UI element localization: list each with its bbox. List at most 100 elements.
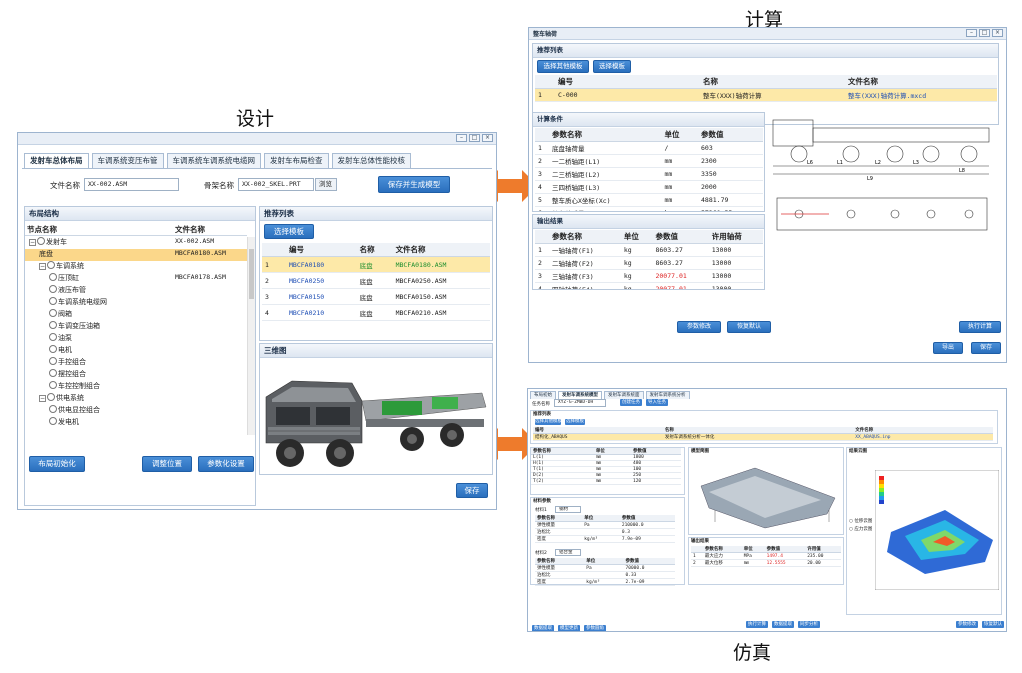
- table-row[interactable]: 弹性模量 Pa 210000.0: [535, 521, 675, 529]
- tree-node[interactable]: 车调变压油箱: [25, 321, 247, 333]
- table-row[interactable]: 4 四轴轴荷(F4) kg 20077.01 13000: [535, 282, 763, 289]
- close-icon[interactable]: ×: [992, 29, 1003, 37]
- choose-template-button[interactable]: 选择模板: [593, 60, 631, 73]
- table-row[interactable]: 5 整车质心X坐标(Xc) mm 4881.79: [535, 193, 763, 207]
- table-row[interactable]: 4 三四桥轴距(L3) mm 2000: [535, 180, 763, 194]
- minimize-icon[interactable]: –: [966, 29, 977, 37]
- param-edit-button[interactable]: 参数修改: [677, 321, 721, 333]
- table-row[interactable]: 3 三轴轴荷(F3) kg 20077.01 13000: [535, 269, 763, 283]
- sim-restore-button[interactable]: 恢复默认: [982, 621, 1004, 628]
- tree-node[interactable]: 液压布管: [25, 285, 247, 297]
- table-row[interactable]: T(2) mm 120: [531, 478, 681, 485]
- tree-node[interactable]: 发电机: [25, 417, 247, 429]
- skeleton-field[interactable]: XX-002_SKEL.PRT: [238, 178, 314, 191]
- tab-surface[interactable]: 发射车调系统面: [604, 391, 644, 399]
- browse-button[interactable]: 浏览: [315, 178, 337, 191]
- table-row[interactable]: 弹性模量 Pa 70000.0: [535, 564, 675, 572]
- sim-param-edit-button[interactable]: 参数修改: [956, 621, 978, 628]
- sim-exec-button[interactable]: 执行计算: [746, 621, 768, 628]
- choose-template-button[interactable]: 选择模板: [565, 419, 585, 425]
- table-row[interactable]: 4 MBCFA0210 底盘 MBCFA0210.ASM: [262, 304, 490, 321]
- row-file-link[interactable]: 整车(XXX)轴荷计算.mxcd: [845, 88, 997, 102]
- collapse-icon[interactable]: −: [39, 395, 46, 402]
- collapse-icon[interactable]: −: [29, 239, 36, 246]
- tree-node[interactable]: 车控控制组合: [25, 381, 247, 393]
- table-row[interactable]: 结构化_ABAQUS 发射车调系统分析一体化 XX_ABAQUS.inp: [533, 433, 993, 441]
- row-code-link[interactable]: MBCFA0150: [286, 288, 357, 305]
- row-file-link[interactable]: XX_ABAQUS.inp: [853, 433, 993, 441]
- param-setting-button[interactable]: 参数化设置: [198, 456, 254, 472]
- sync-analysis-button[interactable]: 同步分析: [798, 621, 820, 628]
- task-field[interactable]: XYZ-G-ZMBD-DH: [554, 399, 606, 407]
- col-code[interactable]: 编号: [286, 243, 357, 257]
- tree-node[interactable]: 摆控组合: [25, 369, 247, 381]
- tab-model[interactable]: 发射车调系统模型: [558, 391, 602, 399]
- minimize-icon[interactable]: –: [456, 134, 467, 142]
- table-row[interactable]: 泊松比 0.3: [535, 528, 675, 536]
- radio-stress[interactable]: ○ 应力云图: [849, 526, 872, 532]
- col-code[interactable]: 编号: [555, 75, 700, 89]
- col-name[interactable]: 名称: [356, 243, 393, 257]
- table-row[interactable]: 1 MBCFA0180 底盘 MBCFA0180.ASM: [262, 256, 490, 273]
- row-code-link[interactable]: MBCFA0250: [286, 272, 357, 289]
- table-row[interactable]: 1 底盘轴荷量/603: [535, 141, 763, 155]
- tree-node[interactable]: 手控组合: [25, 357, 247, 369]
- choose-other-template-button[interactable]: 选择其他模板: [537, 60, 589, 73]
- close-icon[interactable]: ×: [482, 134, 493, 142]
- import-task-button[interactable]: 导入任务: [646, 399, 668, 406]
- tree-node[interactable]: 底盘 MBCFA0180.ASM: [25, 249, 247, 261]
- tab-pipe[interactable]: 车调系统变压布管: [91, 153, 164, 168]
- design-save-button[interactable]: 保存: [456, 483, 488, 498]
- execute-calc-button[interactable]: 执行计算: [959, 321, 1001, 333]
- table-row[interactable]: 6整车总质量(M)kg57360.55: [535, 206, 763, 211]
- tab-layout[interactable]: 发射车总体布局: [24, 153, 89, 168]
- save-generate-button[interactable]: 保存并生成模型: [378, 176, 450, 193]
- tree-node[interactable]: − 车调系统: [25, 261, 247, 273]
- truck-3d-model[interactable]: [262, 361, 490, 473]
- tab-cable[interactable]: 车调系统车调系统电缆网: [166, 153, 261, 168]
- table-row[interactable]: 1 一轴轴荷(F1) kg 8603.27 13000: [535, 243, 763, 257]
- col-file[interactable]: 文件名称: [845, 75, 997, 89]
- material1-select[interactable]: 钢材: [555, 506, 581, 513]
- adjust-position-button[interactable]: 调整位置: [142, 456, 192, 472]
- data-extract-button[interactable]: 数据提取: [532, 625, 554, 631]
- calc-save-button[interactable]: 保存: [971, 342, 1001, 354]
- table-row[interactable]: 2 二轴轴荷(F2) kg 8603.27 13000: [535, 256, 763, 270]
- col-name[interactable]: 名称: [700, 75, 845, 89]
- tree-node[interactable]: − 发射车 XX-002.ASM: [25, 237, 247, 249]
- export-button[interactable]: 导出: [933, 342, 963, 354]
- tree-node[interactable]: 供电显控组合: [25, 405, 247, 417]
- tab-analysis[interactable]: 发射车调系统分析: [645, 391, 690, 399]
- tree-node[interactable]: 压顶缸 MBCFA0178.ASM: [25, 273, 247, 285]
- maximize-icon[interactable]: □: [979, 29, 990, 37]
- radio-displacement[interactable]: ○ 位移云图: [849, 518, 872, 524]
- table-row[interactable]: 1 最大应力 MPa 1497.4 235.00: [691, 552, 841, 560]
- choose-other-template-button[interactable]: 选择其他模板: [535, 419, 562, 425]
- table-row[interactable]: 密度 kg/m³ 2.7e-09: [535, 578, 675, 586]
- table-row[interactable]: 2 MBCFA0250 底盘 MBCFA0250.ASM: [262, 272, 490, 289]
- tree-node[interactable]: 油泵: [25, 333, 247, 345]
- model-update-button[interactable]: 模型更新: [558, 625, 580, 631]
- tab-perf[interactable]: 发射车总体性能校核: [331, 153, 411, 168]
- table-row[interactable]: 密度 kg/m³ 7.9e-09: [535, 535, 675, 543]
- layout-init-button[interactable]: 布局初始化: [29, 456, 85, 472]
- row-code-link[interactable]: MBCFA0180: [286, 256, 357, 273]
- table-row[interactable]: 2 一二桥轴距(L1) mm 2300: [535, 154, 763, 168]
- material2-select[interactable]: 铝合金: [555, 549, 581, 556]
- create-task-button[interactable]: 创建任务: [620, 399, 642, 406]
- restore-default-button[interactable]: 恢复默认: [727, 321, 771, 333]
- table-row[interactable]: 3 二三桥轴距(L2) mm 3350: [535, 167, 763, 181]
- col-file[interactable]: 文件名称: [392, 243, 490, 257]
- table-row[interactable]: 2 最大位移 mm 12.5555 20.00: [691, 559, 841, 567]
- collapse-icon[interactable]: −: [39, 263, 46, 270]
- row-code-link[interactable]: MBCFA0210: [286, 304, 357, 321]
- tab-check[interactable]: 发射车布局检查: [264, 153, 329, 168]
- file-name-field[interactable]: XX-002.ASM: [84, 178, 179, 191]
- tree-node[interactable]: 阀箱: [25, 309, 247, 321]
- choose-template-button[interactable]: 选择模板: [264, 224, 314, 239]
- table-row[interactable]: 1 C-000 整车(XXX)轴荷计算 整车(XXX)轴荷计算.mxcd: [535, 88, 997, 102]
- table-row[interactable]: 3 MBCFA0150 底盘 MBCFA0150.ASM: [262, 288, 490, 305]
- maximize-icon[interactable]: □: [469, 134, 480, 142]
- tree-node[interactable]: 车调系统电缆网: [25, 297, 247, 309]
- sim-extract-button[interactable]: 数据提取: [772, 621, 794, 628]
